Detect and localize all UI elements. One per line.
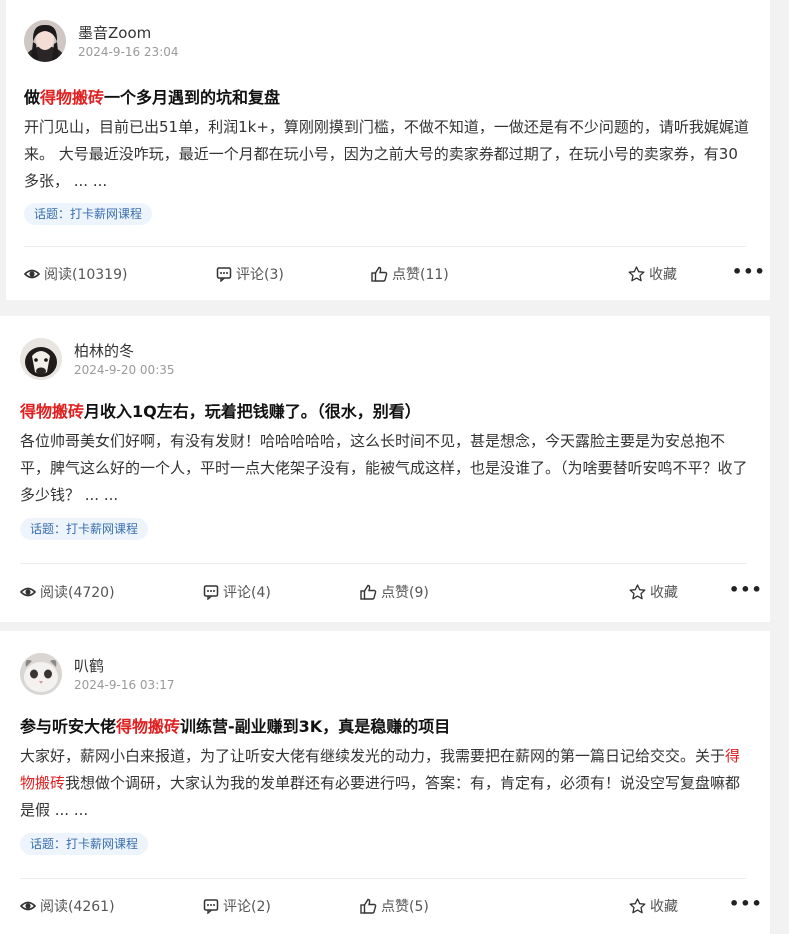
star-icon xyxy=(629,898,646,914)
post-time: 2024-9-20 00:35 xyxy=(74,363,175,377)
post-excerpt[interactable]: 各位帅哥美女们好啊，有没有发财！哈哈哈哈哈，这么长时间不见，甚是想念，今天露脸主… xyxy=(20,428,748,509)
post-actions: 阅读(4261) 评论(2) 点赞(5) 收藏 ••• xyxy=(20,894,762,920)
post-title[interactable]: 做得物搬砖一个多月遇到的坑和复盘 xyxy=(24,84,280,108)
post-card[interactable]: 叭鹤 2024-9-16 03:17 参与听安大佬得物搬砖训练营-副业赚到3K，… xyxy=(0,631,770,934)
excerpt-part: 大家好，薪网小白来报道，为了让听安大佬有继续发光的动力，我需要把在薪网的第一篇日… xyxy=(20,747,726,765)
more-icon: ••• xyxy=(729,580,763,599)
comment-button[interactable]: 评论(2) xyxy=(203,896,271,916)
avatar[interactable] xyxy=(20,653,62,695)
comment-icon xyxy=(216,266,232,282)
title-keyword: 得物搬砖 xyxy=(40,88,105,107)
thumbs-up-icon xyxy=(360,584,377,600)
comment-label: 评论(3) xyxy=(236,267,284,283)
topic-tag[interactable]: 话题：打卡薪网课程 xyxy=(20,833,149,855)
thumbs-up-icon xyxy=(371,266,388,282)
comment-button[interactable]: 评论(3) xyxy=(216,264,284,284)
post-card[interactable]: 墨音Zoom 2024-9-16 23:04 做得物搬砖一个多月遇到的坑和复盘 … xyxy=(6,0,770,300)
title-suffix: 训练营-副业赚到3K，真是稳赚的项目 xyxy=(180,717,451,736)
post-feed: 墨音Zoom 2024-9-16 23:04 做得物搬砖一个多月遇到的坑和复盘 … xyxy=(0,0,789,934)
divider xyxy=(24,246,746,247)
post-actions: 阅读(4720) 评论(4) 点赞(9) 收藏 ••• xyxy=(20,580,762,606)
eye-icon xyxy=(24,266,40,282)
topic-tag[interactable]: 话题：打卡薪网课程 xyxy=(20,518,149,540)
read-label: 阅读(10319) xyxy=(44,267,128,283)
like-button[interactable]: 点赞(5) xyxy=(360,896,429,916)
post-time: 2024-9-16 03:17 xyxy=(74,678,175,692)
thumbs-up-icon xyxy=(360,898,377,914)
read-count: 阅读(10319) xyxy=(24,264,127,284)
like-label: 点赞(5) xyxy=(381,899,429,915)
title-suffix: 一个多月遇到的坑和复盘 xyxy=(104,88,281,107)
title-suffix: 月收入1Q左右，玩着把钱赚了。（很水，别看） xyxy=(84,402,421,421)
excerpt-part: 我想做个调研，大家认为我的发单群还有必要进行吗，答案：有，肯定有，必须有！说没空… xyxy=(20,774,741,819)
read-label: 阅读(4261) xyxy=(40,899,115,915)
comment-icon xyxy=(203,898,219,914)
comment-icon xyxy=(203,584,219,600)
comment-label: 评论(2) xyxy=(223,899,271,915)
favorite-label: 收藏 xyxy=(649,267,677,283)
eye-icon xyxy=(20,584,36,600)
more-icon: ••• xyxy=(729,894,763,913)
favorite-button[interactable]: 收藏 xyxy=(628,264,677,284)
title-keyword: 得物搬砖 xyxy=(116,717,181,736)
title-prefix: 参与听安大佬 xyxy=(20,717,117,736)
post-title[interactable]: 参与听安大佬得物搬砖训练营-副业赚到3K，真是稳赚的项目 xyxy=(20,713,450,737)
author-name[interactable]: 柏林的冬 xyxy=(74,340,134,361)
post-excerpt[interactable]: 开门见山，目前已出51单，利润1k+，算刚刚摸到门槛，不做不知道，一做还是有不少… xyxy=(24,114,752,195)
read-count: 阅读(4261) xyxy=(20,896,115,916)
like-label: 点赞(9) xyxy=(381,585,429,601)
more-button[interactable]: ••• xyxy=(732,262,766,281)
favorite-button[interactable]: 收藏 xyxy=(629,896,678,916)
post-card[interactable]: 柏林的冬 2024-9-20 00:35 得物搬砖月收入1Q左右，玩着把钱赚了。… xyxy=(0,316,770,622)
more-icon: ••• xyxy=(732,262,766,281)
eye-icon xyxy=(20,898,36,914)
more-button[interactable]: ••• xyxy=(729,580,763,599)
post-excerpt[interactable]: 大家好，薪网小白来报道，为了让听安大佬有继续发光的动力，我需要把在薪网的第一篇日… xyxy=(20,743,748,824)
favorite-button[interactable]: 收藏 xyxy=(629,582,678,602)
divider xyxy=(20,563,746,564)
title-keyword: 得物搬砖 xyxy=(20,402,85,421)
topic-tag[interactable]: 话题：打卡薪网课程 xyxy=(24,203,153,225)
author-name[interactable]: 叭鹤 xyxy=(74,655,104,676)
read-count: 阅读(4720) xyxy=(20,582,115,602)
avatar[interactable] xyxy=(24,20,66,62)
star-icon xyxy=(629,584,646,600)
comment-label: 评论(4) xyxy=(223,585,271,601)
avatar[interactable] xyxy=(20,338,62,380)
title-prefix: 做 xyxy=(24,88,41,107)
divider xyxy=(20,878,746,879)
favorite-label: 收藏 xyxy=(650,585,678,601)
favorite-label: 收藏 xyxy=(650,899,678,915)
post-time: 2024-9-16 23:04 xyxy=(78,45,179,59)
like-button[interactable]: 点赞(9) xyxy=(360,582,429,602)
post-title[interactable]: 得物搬砖月收入1Q左右，玩着把钱赚了。（很水，别看） xyxy=(20,398,421,422)
like-label: 点赞(11) xyxy=(392,267,449,283)
comment-button[interactable]: 评论(4) xyxy=(203,582,271,602)
more-button[interactable]: ••• xyxy=(729,894,763,913)
post-actions: 阅读(10319) 评论(3) 点赞(11) 收藏 ••• xyxy=(24,262,765,288)
author-name[interactable]: 墨音Zoom xyxy=(78,22,151,43)
read-label: 阅读(4720) xyxy=(40,585,115,601)
star-icon xyxy=(628,266,645,282)
like-button[interactable]: 点赞(11) xyxy=(371,264,449,284)
